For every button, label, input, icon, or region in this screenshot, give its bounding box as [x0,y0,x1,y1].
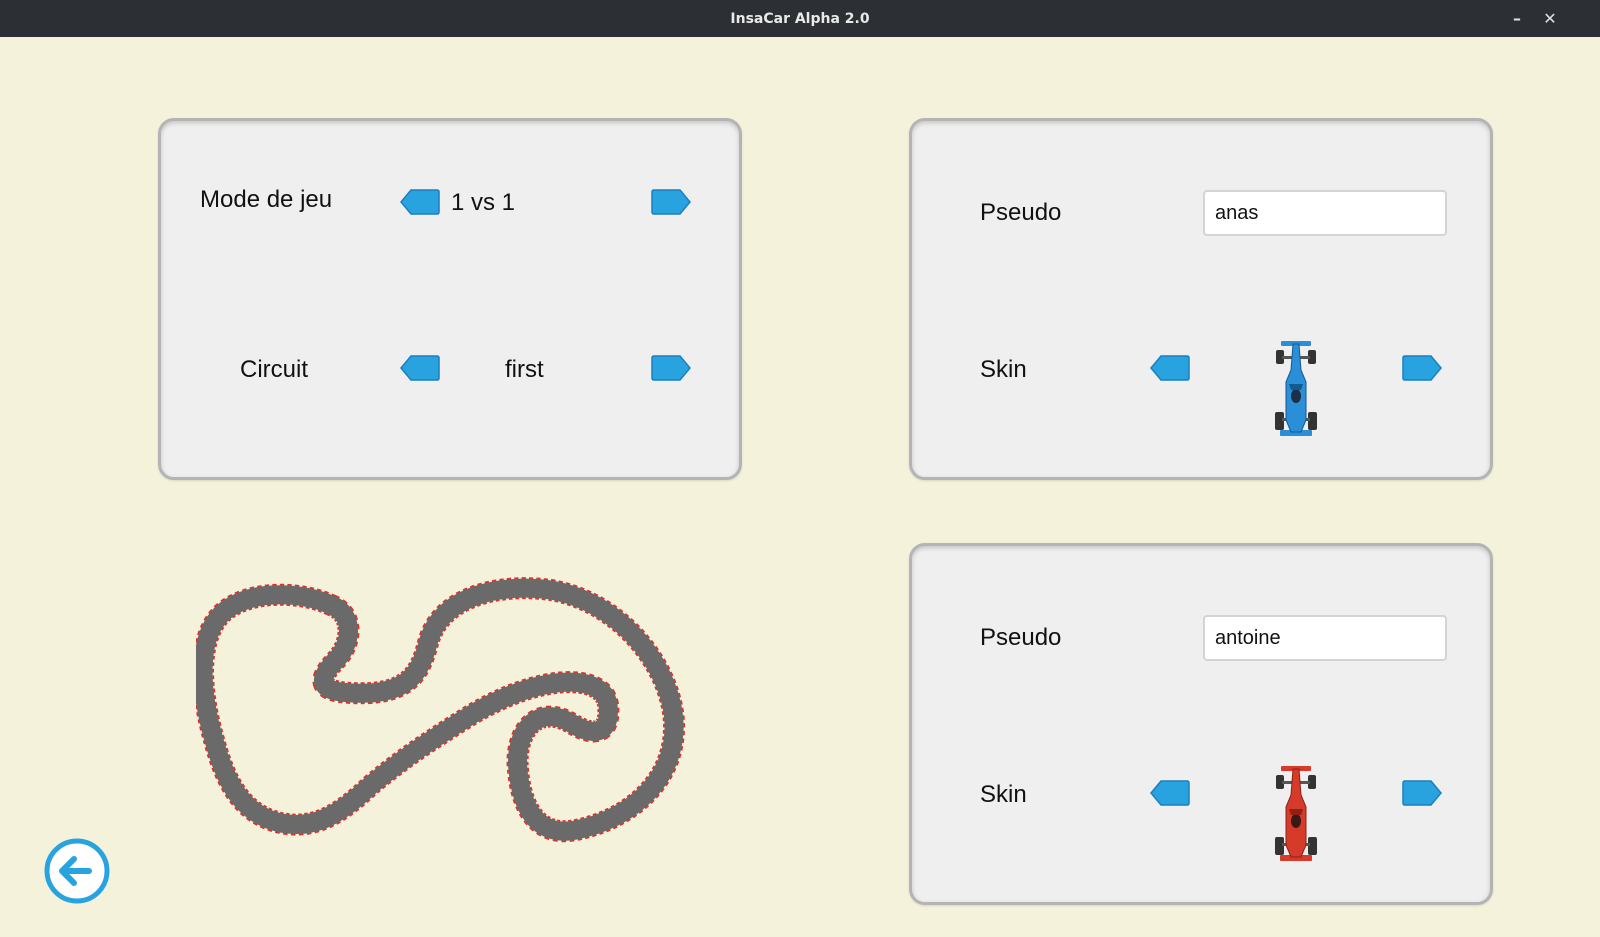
player1-skin-prev-button[interactable] [1149,353,1191,383]
back-button[interactable] [43,837,111,905]
player1-pseudo-input[interactable] [1203,190,1447,236]
title-bar: InsaCar Alpha 2.0 – ✕ [0,0,1600,37]
player1-skin-label: Skin [980,356,1027,383]
arrow-right-icon [651,355,691,381]
game-setup-screen: Mode de jeu 1 vs 1 Circuit first Pseudo … [0,37,1600,937]
game-settings-panel [158,118,742,480]
mode-prev-button[interactable] [399,187,441,217]
circuit-value: first [505,356,544,383]
mode-label: Mode de jeu [200,186,333,213]
player2-skin-label: Skin [980,781,1027,808]
circuit-label: Circuit [240,356,309,383]
player1-car-skin [1274,340,1318,438]
player2-pseudo-label: Pseudo [980,624,1062,651]
player2-skin-next-button[interactable] [1401,778,1443,808]
player2-car-skin [1274,765,1318,863]
player2-pseudo-input[interactable] [1203,615,1447,661]
arrow-left-icon [1150,355,1190,381]
arrow-right-icon [1402,355,1442,381]
player2-skin-prev-button[interactable] [1149,778,1191,808]
back-arrow-circle-icon [44,838,110,904]
arrow-left-icon [1150,780,1190,806]
close-button[interactable]: ✕ [1539,8,1561,30]
player1-panel [909,118,1493,480]
race-car-icon [1275,766,1317,861]
race-car-icon [1275,341,1317,436]
track-road [196,578,684,841]
circuit-prev-button[interactable] [399,353,441,383]
player2-panel [909,543,1493,905]
arrow-left-icon [400,355,440,381]
circuit-preview [196,577,686,843]
player1-skin-next-button[interactable] [1401,353,1443,383]
mode-next-button[interactable] [650,187,692,217]
window-title: InsaCar Alpha 2.0 [730,10,870,27]
player1-pseudo-label: Pseudo [980,199,1062,226]
minimize-button[interactable]: – [1506,8,1528,30]
circuit-next-button[interactable] [650,353,692,383]
arrow-right-icon [1402,780,1442,806]
arrow-left-icon [400,189,440,215]
arrow-right-icon [651,189,691,215]
mode-value: 1 vs 1 [451,189,516,216]
